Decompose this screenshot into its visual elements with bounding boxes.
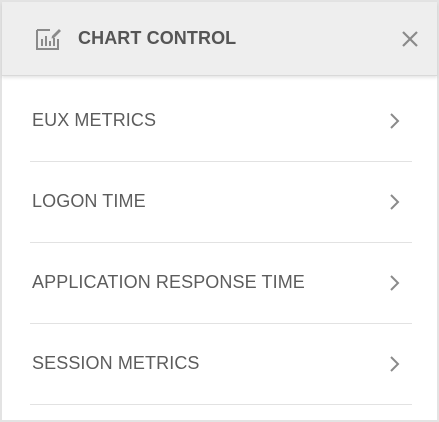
chevron-right-icon [388,192,402,212]
chevron-right-icon [388,111,402,131]
close-icon[interactable] [396,25,424,53]
menu-item-eux-metrics[interactable]: EUX METRICS [30,81,412,162]
menu-item-label: LOGON TIME [32,191,146,211]
panel-title: CHART CONTROL [78,28,237,48]
chart-edit-icon [33,25,63,53]
panel-header: CHART CONTROL [2,2,437,76]
chevron-right-icon [388,354,402,374]
chevron-right-icon [388,273,402,293]
menu-item-label: APPLICATION RESPONSE TIME [32,272,305,292]
chart-control-panel: CHART CONTROL EUX METRICS LOGON TIME APP… [0,0,439,422]
menu-item-label: SESSION METRICS [32,353,200,373]
menu-item-label: EUX METRICS [32,110,157,130]
menu-item-logon-time[interactable]: LOGON TIME [30,162,412,243]
menu-item-session-metrics[interactable]: SESSION METRICS [30,324,412,405]
menu-item-application-response-time[interactable]: APPLICATION RESPONSE TIME [30,243,412,324]
